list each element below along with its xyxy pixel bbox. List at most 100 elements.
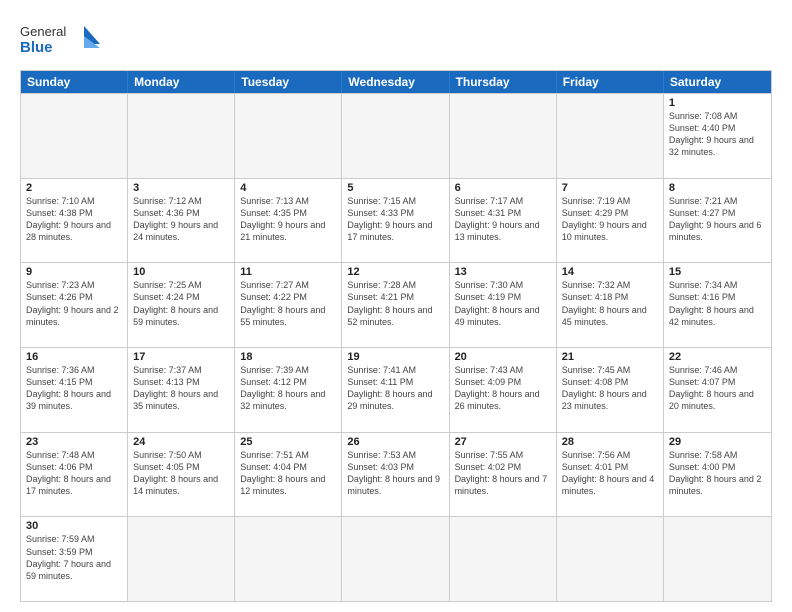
cell-info: Sunrise: 7:21 AM Sunset: 4:27 PM Dayligh… (669, 195, 766, 244)
cell-info: Sunrise: 7:50 AM Sunset: 4:05 PM Dayligh… (133, 449, 229, 498)
calendar-cell-r2c1: 10Sunrise: 7:25 AM Sunset: 4:24 PM Dayli… (128, 263, 235, 347)
calendar-cell-r1c1: 3Sunrise: 7:12 AM Sunset: 4:36 PM Daylig… (128, 179, 235, 263)
weekday-header-wednesday: Wednesday (342, 71, 449, 93)
cell-info: Sunrise: 7:41 AM Sunset: 4:11 PM Dayligh… (347, 364, 443, 413)
day-number: 24 (133, 436, 229, 448)
calendar-cell-r1c6: 8Sunrise: 7:21 AM Sunset: 4:27 PM Daylig… (664, 179, 771, 263)
cell-info: Sunrise: 7:51 AM Sunset: 4:04 PM Dayligh… (240, 449, 336, 498)
weekday-header-thursday: Thursday (450, 71, 557, 93)
day-number: 28 (562, 436, 658, 448)
calendar-cell-r4c2: 25Sunrise: 7:51 AM Sunset: 4:04 PM Dayli… (235, 433, 342, 517)
cell-info: Sunrise: 7:23 AM Sunset: 4:26 PM Dayligh… (26, 279, 122, 328)
calendar-row-3: 16Sunrise: 7:36 AM Sunset: 4:15 PM Dayli… (21, 347, 771, 432)
day-number: 17 (133, 351, 229, 363)
calendar-cell-r3c6: 22Sunrise: 7:46 AM Sunset: 4:07 PM Dayli… (664, 348, 771, 432)
day-number: 15 (669, 266, 766, 278)
header: General Blue (20, 16, 772, 60)
day-number: 16 (26, 351, 122, 363)
calendar-cell-r1c5: 7Sunrise: 7:19 AM Sunset: 4:29 PM Daylig… (557, 179, 664, 263)
day-number: 22 (669, 351, 766, 363)
calendar-cell-r1c3: 5Sunrise: 7:15 AM Sunset: 4:33 PM Daylig… (342, 179, 449, 263)
calendar-row-2: 9Sunrise: 7:23 AM Sunset: 4:26 PM Daylig… (21, 262, 771, 347)
day-number: 2 (26, 182, 122, 194)
weekday-header-tuesday: Tuesday (235, 71, 342, 93)
weekday-header-monday: Monday (128, 71, 235, 93)
calendar-body: 1Sunrise: 7:08 AM Sunset: 4:40 PM Daylig… (21, 93, 771, 601)
calendar-cell-r5c1 (128, 517, 235, 601)
logo: General Blue (20, 16, 100, 60)
cell-info: Sunrise: 7:46 AM Sunset: 4:07 PM Dayligh… (669, 364, 766, 413)
calendar-cell-r4c5: 28Sunrise: 7:56 AM Sunset: 4:01 PM Dayli… (557, 433, 664, 517)
cell-info: Sunrise: 7:37 AM Sunset: 4:13 PM Dayligh… (133, 364, 229, 413)
cell-info: Sunrise: 7:17 AM Sunset: 4:31 PM Dayligh… (455, 195, 551, 244)
day-number: 23 (26, 436, 122, 448)
cell-info: Sunrise: 7:30 AM Sunset: 4:19 PM Dayligh… (455, 279, 551, 328)
calendar-cell-r2c6: 15Sunrise: 7:34 AM Sunset: 4:16 PM Dayli… (664, 263, 771, 347)
day-number: 13 (455, 266, 551, 278)
calendar-cell-r3c4: 20Sunrise: 7:43 AM Sunset: 4:09 PM Dayli… (450, 348, 557, 432)
calendar-cell-r0c6: 1Sunrise: 7:08 AM Sunset: 4:40 PM Daylig… (664, 94, 771, 178)
svg-text:General: General (20, 24, 66, 39)
calendar-cell-r2c3: 12Sunrise: 7:28 AM Sunset: 4:21 PM Dayli… (342, 263, 449, 347)
cell-info: Sunrise: 7:53 AM Sunset: 4:03 PM Dayligh… (347, 449, 443, 498)
calendar-cell-r3c0: 16Sunrise: 7:36 AM Sunset: 4:15 PM Dayli… (21, 348, 128, 432)
calendar-cell-r0c1 (128, 94, 235, 178)
calendar-cell-r2c0: 9Sunrise: 7:23 AM Sunset: 4:26 PM Daylig… (21, 263, 128, 347)
svg-text:Blue: Blue (20, 39, 53, 56)
calendar: SundayMondayTuesdayWednesdayThursdayFrid… (20, 70, 772, 602)
calendar-cell-r2c2: 11Sunrise: 7:27 AM Sunset: 4:22 PM Dayli… (235, 263, 342, 347)
cell-info: Sunrise: 7:59 AM Sunset: 3:59 PM Dayligh… (26, 533, 122, 582)
day-number: 29 (669, 436, 766, 448)
calendar-cell-r5c5 (557, 517, 664, 601)
day-number: 4 (240, 182, 336, 194)
calendar-row-5: 30Sunrise: 7:59 AM Sunset: 3:59 PM Dayli… (21, 516, 771, 601)
day-number: 19 (347, 351, 443, 363)
day-number: 5 (347, 182, 443, 194)
cell-info: Sunrise: 7:12 AM Sunset: 4:36 PM Dayligh… (133, 195, 229, 244)
cell-info: Sunrise: 7:32 AM Sunset: 4:18 PM Dayligh… (562, 279, 658, 328)
weekday-header-sunday: Sunday (21, 71, 128, 93)
calendar-row-0: 1Sunrise: 7:08 AM Sunset: 4:40 PM Daylig… (21, 93, 771, 178)
calendar-cell-r5c2 (235, 517, 342, 601)
day-number: 8 (669, 182, 766, 194)
calendar-cell-r0c0 (21, 94, 128, 178)
weekday-header-friday: Friday (557, 71, 664, 93)
calendar-cell-r0c3 (342, 94, 449, 178)
cell-info: Sunrise: 7:55 AM Sunset: 4:02 PM Dayligh… (455, 449, 551, 498)
cell-info: Sunrise: 7:36 AM Sunset: 4:15 PM Dayligh… (26, 364, 122, 413)
day-number: 30 (26, 520, 122, 532)
calendar-cell-r4c4: 27Sunrise: 7:55 AM Sunset: 4:02 PM Dayli… (450, 433, 557, 517)
day-number: 11 (240, 266, 336, 278)
day-number: 7 (562, 182, 658, 194)
day-number: 18 (240, 351, 336, 363)
calendar-cell-r3c2: 18Sunrise: 7:39 AM Sunset: 4:12 PM Dayli… (235, 348, 342, 432)
cell-info: Sunrise: 7:43 AM Sunset: 4:09 PM Dayligh… (455, 364, 551, 413)
calendar-cell-r3c1: 17Sunrise: 7:37 AM Sunset: 4:13 PM Dayli… (128, 348, 235, 432)
day-number: 25 (240, 436, 336, 448)
cell-info: Sunrise: 7:58 AM Sunset: 4:00 PM Dayligh… (669, 449, 766, 498)
calendar-cell-r5c4 (450, 517, 557, 601)
calendar-cell-r3c5: 21Sunrise: 7:45 AM Sunset: 4:08 PM Dayli… (557, 348, 664, 432)
day-number: 27 (455, 436, 551, 448)
calendar-cell-r1c2: 4Sunrise: 7:13 AM Sunset: 4:35 PM Daylig… (235, 179, 342, 263)
day-number: 6 (455, 182, 551, 194)
calendar-cell-r0c4 (450, 94, 557, 178)
calendar-row-1: 2Sunrise: 7:10 AM Sunset: 4:38 PM Daylig… (21, 178, 771, 263)
calendar-header: SundayMondayTuesdayWednesdayThursdayFrid… (21, 71, 771, 93)
day-number: 9 (26, 266, 122, 278)
cell-info: Sunrise: 7:39 AM Sunset: 4:12 PM Dayligh… (240, 364, 336, 413)
calendar-cell-r4c1: 24Sunrise: 7:50 AM Sunset: 4:05 PM Dayli… (128, 433, 235, 517)
calendar-cell-r2c4: 13Sunrise: 7:30 AM Sunset: 4:19 PM Dayli… (450, 263, 557, 347)
calendar-cell-r3c3: 19Sunrise: 7:41 AM Sunset: 4:11 PM Dayli… (342, 348, 449, 432)
day-number: 10 (133, 266, 229, 278)
weekday-header-saturday: Saturday (664, 71, 771, 93)
day-number: 20 (455, 351, 551, 363)
cell-info: Sunrise: 7:45 AM Sunset: 4:08 PM Dayligh… (562, 364, 658, 413)
cell-info: Sunrise: 7:13 AM Sunset: 4:35 PM Dayligh… (240, 195, 336, 244)
day-number: 14 (562, 266, 658, 278)
calendar-cell-r5c6 (664, 517, 771, 601)
logo-svg: General Blue (20, 16, 100, 60)
cell-info: Sunrise: 7:28 AM Sunset: 4:21 PM Dayligh… (347, 279, 443, 328)
calendar-cell-r1c0: 2Sunrise: 7:10 AM Sunset: 4:38 PM Daylig… (21, 179, 128, 263)
calendar-cell-r5c0: 30Sunrise: 7:59 AM Sunset: 3:59 PM Dayli… (21, 517, 128, 601)
